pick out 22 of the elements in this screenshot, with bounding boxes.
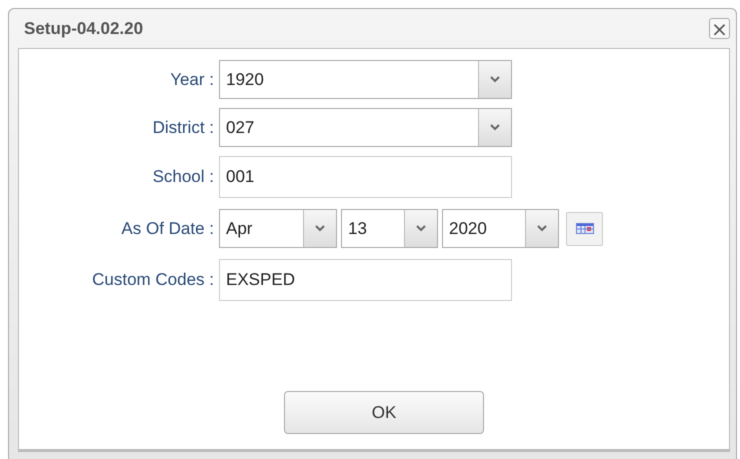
chevron-icon [315, 225, 325, 232]
dropdown[interactable]: 1920 [219, 60, 512, 99]
ok-button[interactable]: OK [284, 391, 484, 434]
chevron-icon [537, 225, 547, 232]
chevron-icon [490, 124, 500, 131]
dropdown[interactable]: 13 [341, 209, 438, 248]
field-label: School : [152, 167, 214, 187]
field-label: District : [152, 118, 214, 138]
text-field[interactable]: EXSPED [219, 259, 512, 301]
dropdown[interactable]: 027 [219, 108, 512, 147]
dropdown[interactable]: 2020 [442, 209, 559, 248]
chevron-icon [416, 225, 426, 232]
dropdown[interactable]: Apr [219, 209, 337, 248]
chevron-icon [490, 76, 500, 83]
calendar-icon [576, 223, 594, 234]
calendar-button[interactable] [566, 212, 603, 246]
field-label: Custom Codes : [91, 270, 214, 290]
window-title: Setup-04.02.20 [24, 18, 144, 38]
close-button[interactable]: × [709, 18, 730, 39]
text-field[interactable]: 001 [219, 156, 512, 198]
field-label: As Of Date : [120, 218, 214, 238]
field-label: Year : [169, 70, 214, 90]
